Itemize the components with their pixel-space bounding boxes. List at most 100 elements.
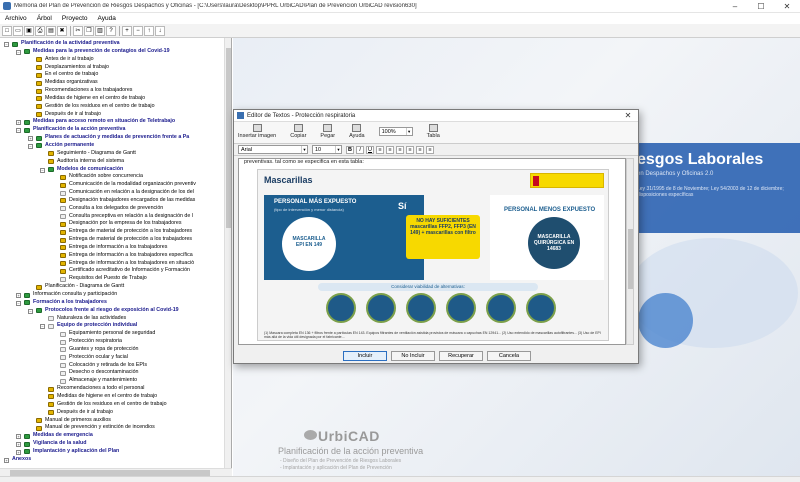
italic-button[interactable]: I <box>356 145 364 154</box>
tree-node[interactable]: Medidas de higiene en el centro de traba… <box>0 95 224 103</box>
tree-node[interactable]: − Planificación de la actividad preventiv… <box>0 40 224 48</box>
insert-image-button[interactable]: Insertar imagen <box>238 124 276 139</box>
font-size-select[interactable]: 10 ▼ <box>312 145 342 154</box>
tree-node[interactable]: − Medidas para la prevención de contagios… <box>0 48 224 56</box>
tree-node[interactable]: + Medidas para acceso remoto en situación… <box>0 118 224 126</box>
tree-node[interactable]: Requisitos del Puesto de Trabajo <box>0 275 224 283</box>
tree-node[interactable]: Consulta a los delegados de prevención <box>0 205 224 213</box>
tree-node[interactable]: + Planes de actuación y medidas de preven… <box>0 134 224 142</box>
project-tree[interactable]: − Planificación de la actividad preventiv… <box>0 38 232 468</box>
expand-icon[interactable]: + <box>4 457 9 463</box>
collapse-icon[interactable]: − <box>4 42 9 47</box>
tree-node[interactable]: Desplazamientos al trabajo <box>0 64 224 72</box>
tree-node[interactable]: Antes de ir al trabajo <box>0 56 224 64</box>
zoom-select[interactable]: 100% ▼ <box>378 127 413 136</box>
tree-node[interactable]: Protección ocular y facial <box>0 354 224 362</box>
help-icon[interactable]: ? <box>106 25 116 36</box>
tree-node[interactable]: Manual de primeros auxilios <box>0 417 224 425</box>
menu-archivo[interactable]: Archivo <box>0 15 32 22</box>
tree-node[interactable]: Designación trabajadores encargados de l… <box>0 197 224 205</box>
bullets-button[interactable]: ≡ <box>416 145 424 154</box>
numbering-button[interactable]: ≡ <box>426 145 434 154</box>
collapse-icon[interactable]: − <box>16 300 21 306</box>
tree-node[interactable]: Notificación sobre concurrencia <box>0 173 224 181</box>
tree-node[interactable]: Colocación y retirada de los EPIs <box>0 362 224 370</box>
tree-node[interactable]: + Información consulta y participación <box>0 291 224 299</box>
include-button[interactable]: Incluir <box>343 351 387 361</box>
tree-node[interactable]: Protección respiratoria <box>0 338 224 346</box>
expand-icon[interactable]: + <box>28 136 33 142</box>
tree-node[interactable]: + Implantación y aplicación del Plan <box>0 448 224 456</box>
tree-vertical-scrollbar[interactable] <box>224 38 231 468</box>
tree-node[interactable]: En el centro de trabajo <box>0 71 224 79</box>
tree-node[interactable]: Auditoría interna del sistema <box>0 158 224 166</box>
collapse-icon[interactable]: − <box>28 143 33 149</box>
tree-node[interactable]: − Formación a los trabajadores <box>0 299 224 307</box>
tree-node[interactable]: − Planificación de la acción preventiva <box>0 126 224 134</box>
tree-node[interactable]: Entrega de material de protección a los … <box>0 228 224 236</box>
collapse-icon[interactable]: − <box>40 167 45 173</box>
menu-proyecto[interactable]: Proyecto <box>57 15 93 22</box>
delete-icon[interactable]: ✖ <box>57 25 67 36</box>
tree-node[interactable]: Después de ir al trabajo <box>0 409 224 417</box>
tree-node[interactable]: Planificación - Diagrama de Gantt <box>0 283 224 291</box>
tree-node[interactable]: Desecho o descontaminación <box>0 369 224 377</box>
tree-horizontal-scrollbar[interactable] <box>0 468 232 476</box>
tree-node[interactable]: − Acción permanente <box>0 142 224 150</box>
tree-node[interactable]: Comunicación en relación a la designació… <box>0 189 224 197</box>
tree-node[interactable]: Después de ir al trabajo <box>0 111 224 119</box>
tree-node[interactable]: Entrega de información a los trabajadore… <box>0 252 224 260</box>
table-button[interactable]: Tabla <box>427 124 440 139</box>
cut-icon[interactable]: ✂ <box>73 25 83 36</box>
scroll-thumb[interactable] <box>226 48 231 228</box>
tree-node[interactable]: Entrega de información a los trabajadore… <box>0 260 224 268</box>
tree-node[interactable]: Medidas organizativas <box>0 79 224 87</box>
tree-node[interactable]: Guantes y ropa de protección <box>0 346 224 354</box>
maximize-button[interactable]: ☐ <box>748 0 774 13</box>
tree-node[interactable]: Certificado acreditativo de Información … <box>0 267 224 275</box>
underline-button[interactable]: U <box>366 145 374 154</box>
font-select[interactable]: Arial ▼ <box>238 145 308 154</box>
expand-icon[interactable]: + <box>16 293 21 298</box>
copy-icon[interactable]: ❐ <box>84 25 94 36</box>
collapse-icon[interactable]: − <box>16 128 21 134</box>
copy-button[interactable]: Copiar <box>290 124 306 139</box>
expand-icon[interactable]: + <box>16 120 21 126</box>
paste-icon[interactable]: ▥ <box>95 25 105 36</box>
open-icon[interactable]: ▭ <box>13 25 23 36</box>
collapse-icon[interactable]: − <box>28 308 33 314</box>
editor-document[interactable]: preventivas. tal como se especifica en e… <box>238 158 626 345</box>
bold-button[interactable]: B <box>346 145 354 154</box>
tree-node[interactable]: Seguimiento - Diagrama de Gantt <box>0 150 224 158</box>
tree-node[interactable]: Equipamiento personal de seguridad <box>0 330 224 338</box>
tree-node[interactable]: Manual de prevención y extinción de ince… <box>0 424 224 432</box>
tree-node[interactable]: Gestión de los residuos en el centro de … <box>0 401 224 409</box>
tree-node[interactable]: + Anexos <box>0 456 224 464</box>
dialog-close-button[interactable]: ✕ <box>618 111 638 120</box>
new-icon[interactable]: □ <box>2 25 12 36</box>
save-icon[interactable]: ▣ <box>24 25 34 36</box>
tree-node[interactable]: Entrega de material de protección a los … <box>0 236 224 244</box>
justify-button[interactable]: ≡ <box>406 145 414 154</box>
tree-node[interactable]: Naturaleza de las actividades <box>0 315 224 323</box>
menu-arbol[interactable]: Árbol <box>32 15 57 22</box>
tree-node[interactable]: Recomendaciones a los trabajadores <box>0 87 224 95</box>
up-icon[interactable]: ↑ <box>144 25 154 36</box>
tree-node[interactable]: Gestión de los residuos en el centro de … <box>0 103 224 111</box>
remove-icon[interactable]: − <box>133 25 143 36</box>
tree-node[interactable]: Designación por la empresa de los trabaj… <box>0 220 224 228</box>
tree-node[interactable]: Recomendaciones a todo el personal <box>0 385 224 393</box>
menu-ayuda[interactable]: Ayuda <box>93 15 121 22</box>
preview-icon[interactable]: ▤ <box>46 25 56 36</box>
minimize-button[interactable]: – <box>722 0 748 13</box>
tree-node[interactable]: + Medidas de emergencia <box>0 432 224 440</box>
tree-node[interactable]: Consulta preceptiva en relación a la des… <box>0 213 224 221</box>
tree-node[interactable]: Comunicación de la modalidad organizació… <box>0 181 224 189</box>
recover-button[interactable]: Recuperar <box>439 351 483 361</box>
expand-icon[interactable]: + <box>16 434 21 440</box>
document-scrollbar[interactable] <box>626 158 634 345</box>
cancel-button[interactable]: Cancela <box>487 351 531 361</box>
tree-node[interactable]: − Protocolos frente al riesgo de exposici… <box>0 307 224 315</box>
tree-node[interactable]: Almacenaje y mantenimiento <box>0 377 224 385</box>
align-center-button[interactable]: ≡ <box>386 145 394 154</box>
